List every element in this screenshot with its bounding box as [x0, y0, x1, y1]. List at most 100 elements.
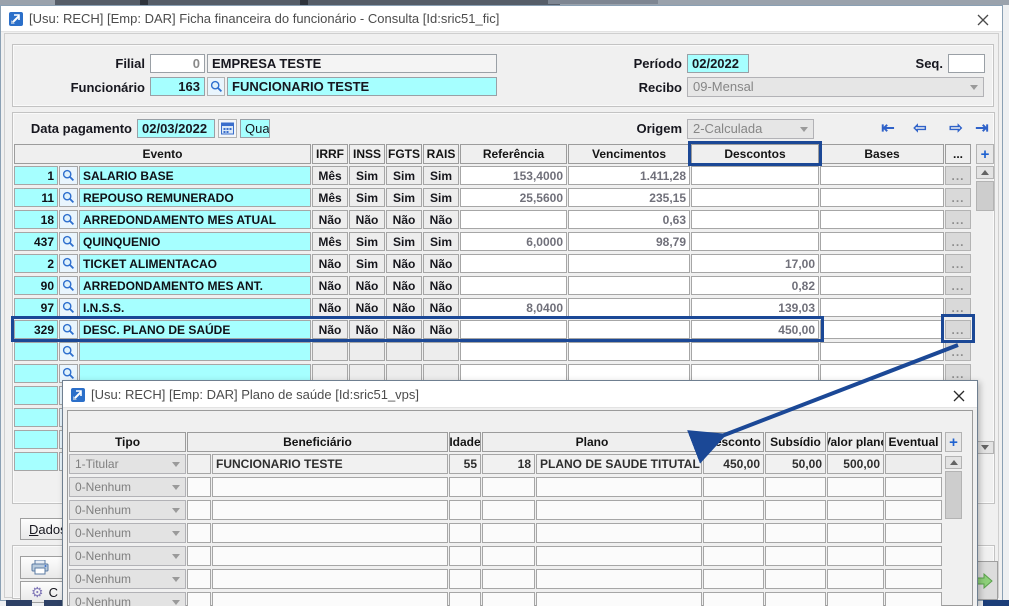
scroll-up-icon[interactable]: [976, 166, 994, 179]
valor-plano-cell[interactable]: [827, 569, 884, 589]
event-search-button[interactable]: [59, 188, 78, 207]
row-detail-button[interactable]: ...: [945, 210, 971, 229]
event-search-button[interactable]: [59, 276, 78, 295]
desconto-cell[interactable]: [703, 500, 764, 520]
row-detail-button[interactable]: ...: [945, 276, 971, 295]
row-detail-button[interactable]: ...: [945, 188, 971, 207]
valor-plano-cell[interactable]: [827, 546, 884, 566]
tipo-dropdown[interactable]: 0-Nenhum: [69, 500, 186, 520]
idade-cell[interactable]: [449, 523, 481, 543]
row-detail-button[interactable]: ...: [945, 232, 971, 251]
tipo-dropdown[interactable]: 0-Nenhum: [69, 523, 186, 543]
nav-next-icon[interactable]: ⇨: [946, 120, 966, 138]
eventual-cell[interactable]: [885, 477, 942, 497]
beneficiario-name-cell[interactable]: [212, 546, 448, 566]
plano-code-cell[interactable]: [482, 546, 535, 566]
event-code-cell[interactable]: [14, 342, 58, 361]
event-name-cell[interactable]: QUINQUENIO: [79, 232, 311, 251]
subsidio-cell[interactable]: [765, 523, 826, 543]
tipo-dropdown[interactable]: 0-Nenhum: [69, 592, 186, 606]
event-code-cell[interactable]: 90: [14, 276, 58, 295]
beneficiario-code-cell[interactable]: [187, 592, 211, 606]
desconto-cell[interactable]: [703, 523, 764, 543]
event-code-cell[interactable]: 11: [14, 188, 58, 207]
subsidio-cell[interactable]: [765, 477, 826, 497]
beneficiario-code-cell[interactable]: [187, 546, 211, 566]
eventual-cell[interactable]: [885, 500, 942, 520]
popup-scrollbar-thumb[interactable]: [945, 471, 962, 519]
event-code-cell[interactable]: [14, 430, 58, 449]
funcionario-code-field[interactable]: 163: [150, 77, 205, 96]
valor-plano-cell[interactable]: [827, 592, 884, 606]
desconto-cell[interactable]: 450,00: [703, 454, 764, 474]
add-row-button[interactable]: +: [976, 144, 994, 164]
periodo-field[interactable]: 02/2022: [687, 54, 749, 73]
valor-plano-cell[interactable]: [827, 477, 884, 497]
event-code-cell[interactable]: 1: [14, 166, 58, 185]
beneficiario-code-cell[interactable]: [187, 569, 211, 589]
beneficiario-code-cell[interactable]: [187, 500, 211, 520]
desconto-cell[interactable]: [703, 546, 764, 566]
popup-close-icon[interactable]: [952, 389, 966, 403]
event-name-cell[interactable]: REPOUSO REMUNERADO: [79, 188, 311, 207]
scroll-down-icon[interactable]: [976, 441, 994, 454]
event-name-cell[interactable]: [79, 342, 311, 361]
plano-code-cell[interactable]: [482, 569, 535, 589]
row-detail-button[interactable]: ...: [945, 342, 971, 361]
plano-code-cell[interactable]: [482, 592, 535, 606]
event-name-cell[interactable]: SALARIO BASE: [79, 166, 311, 185]
event-search-button[interactable]: [59, 254, 78, 273]
tipo-dropdown[interactable]: 0-Nenhum: [69, 569, 186, 589]
funcionario-name-field[interactable]: FUNCIONARIO TESTE: [227, 77, 497, 96]
filial-code-field[interactable]: 0: [150, 54, 205, 73]
eventual-cell[interactable]: [885, 569, 942, 589]
subsidio-cell[interactable]: [765, 569, 826, 589]
tipo-dropdown[interactable]: 0-Nenhum: [69, 546, 186, 566]
plano-name-cell[interactable]: [536, 523, 702, 543]
idade-cell[interactable]: 55: [449, 454, 481, 474]
event-name-cell[interactable]: ARREDONDAMENTO MES ANT.: [79, 276, 311, 295]
event-code-cell[interactable]: [14, 364, 58, 383]
event-code-cell[interactable]: [14, 452, 58, 471]
event-code-cell[interactable]: 18: [14, 210, 58, 229]
event-name-cell[interactable]: ARREDONDAMENTO MES ATUAL: [79, 210, 311, 229]
plano-name-cell[interactable]: [536, 546, 702, 566]
data-pagamento-field[interactable]: 02/03/2022: [137, 119, 215, 138]
eventual-cell[interactable]: [885, 592, 942, 606]
event-code-cell[interactable]: 2: [14, 254, 58, 273]
event-search-button[interactable]: [59, 166, 78, 185]
idade-cell[interactable]: [449, 569, 481, 589]
subsidio-cell[interactable]: 50,00: [765, 454, 826, 474]
event-code-cell[interactable]: [14, 408, 58, 427]
tipo-dropdown[interactable]: 1-Titular: [69, 454, 186, 474]
calendar-icon[interactable]: [218, 119, 237, 138]
plano-name-cell[interactable]: [536, 500, 702, 520]
desconto-cell[interactable]: [703, 592, 764, 606]
recibo-dropdown[interactable]: 09-Mensal: [687, 77, 984, 97]
plano-code-cell[interactable]: [482, 523, 535, 543]
filial-name-field[interactable]: EMPRESA TESTE: [207, 54, 497, 73]
origem-dropdown[interactable]: 2-Calculada: [687, 119, 814, 139]
row-detail-button[interactable]: ...: [945, 254, 971, 273]
scrollbar-thumb[interactable]: [976, 181, 994, 211]
plano-name-cell[interactable]: [536, 592, 702, 606]
desconto-cell[interactable]: [703, 569, 764, 589]
beneficiario-name-cell[interactable]: FUNCIONARIO TESTE: [212, 454, 448, 474]
plano-name-cell[interactable]: [536, 569, 702, 589]
event-code-cell[interactable]: [14, 386, 58, 405]
tipo-dropdown[interactable]: 0-Nenhum: [69, 477, 186, 497]
beneficiario-name-cell[interactable]: [212, 523, 448, 543]
eventual-cell[interactable]: [885, 454, 942, 474]
valor-plano-cell[interactable]: 500,00: [827, 454, 884, 474]
beneficiario-name-cell[interactable]: [212, 477, 448, 497]
desconto-cell[interactable]: [703, 477, 764, 497]
beneficiario-name-cell[interactable]: [212, 592, 448, 606]
idade-cell[interactable]: [449, 592, 481, 606]
idade-cell[interactable]: [449, 500, 481, 520]
event-code-cell[interactable]: 97: [14, 298, 58, 317]
nav-first-icon[interactable]: ⇤: [878, 120, 898, 138]
subsidio-cell[interactable]: [765, 592, 826, 606]
beneficiario-code-cell[interactable]: [187, 454, 211, 474]
plano-code-cell[interactable]: 18: [482, 454, 535, 474]
plano-name-cell[interactable]: PLANO DE SAUDE TITUTAL: [536, 454, 702, 474]
